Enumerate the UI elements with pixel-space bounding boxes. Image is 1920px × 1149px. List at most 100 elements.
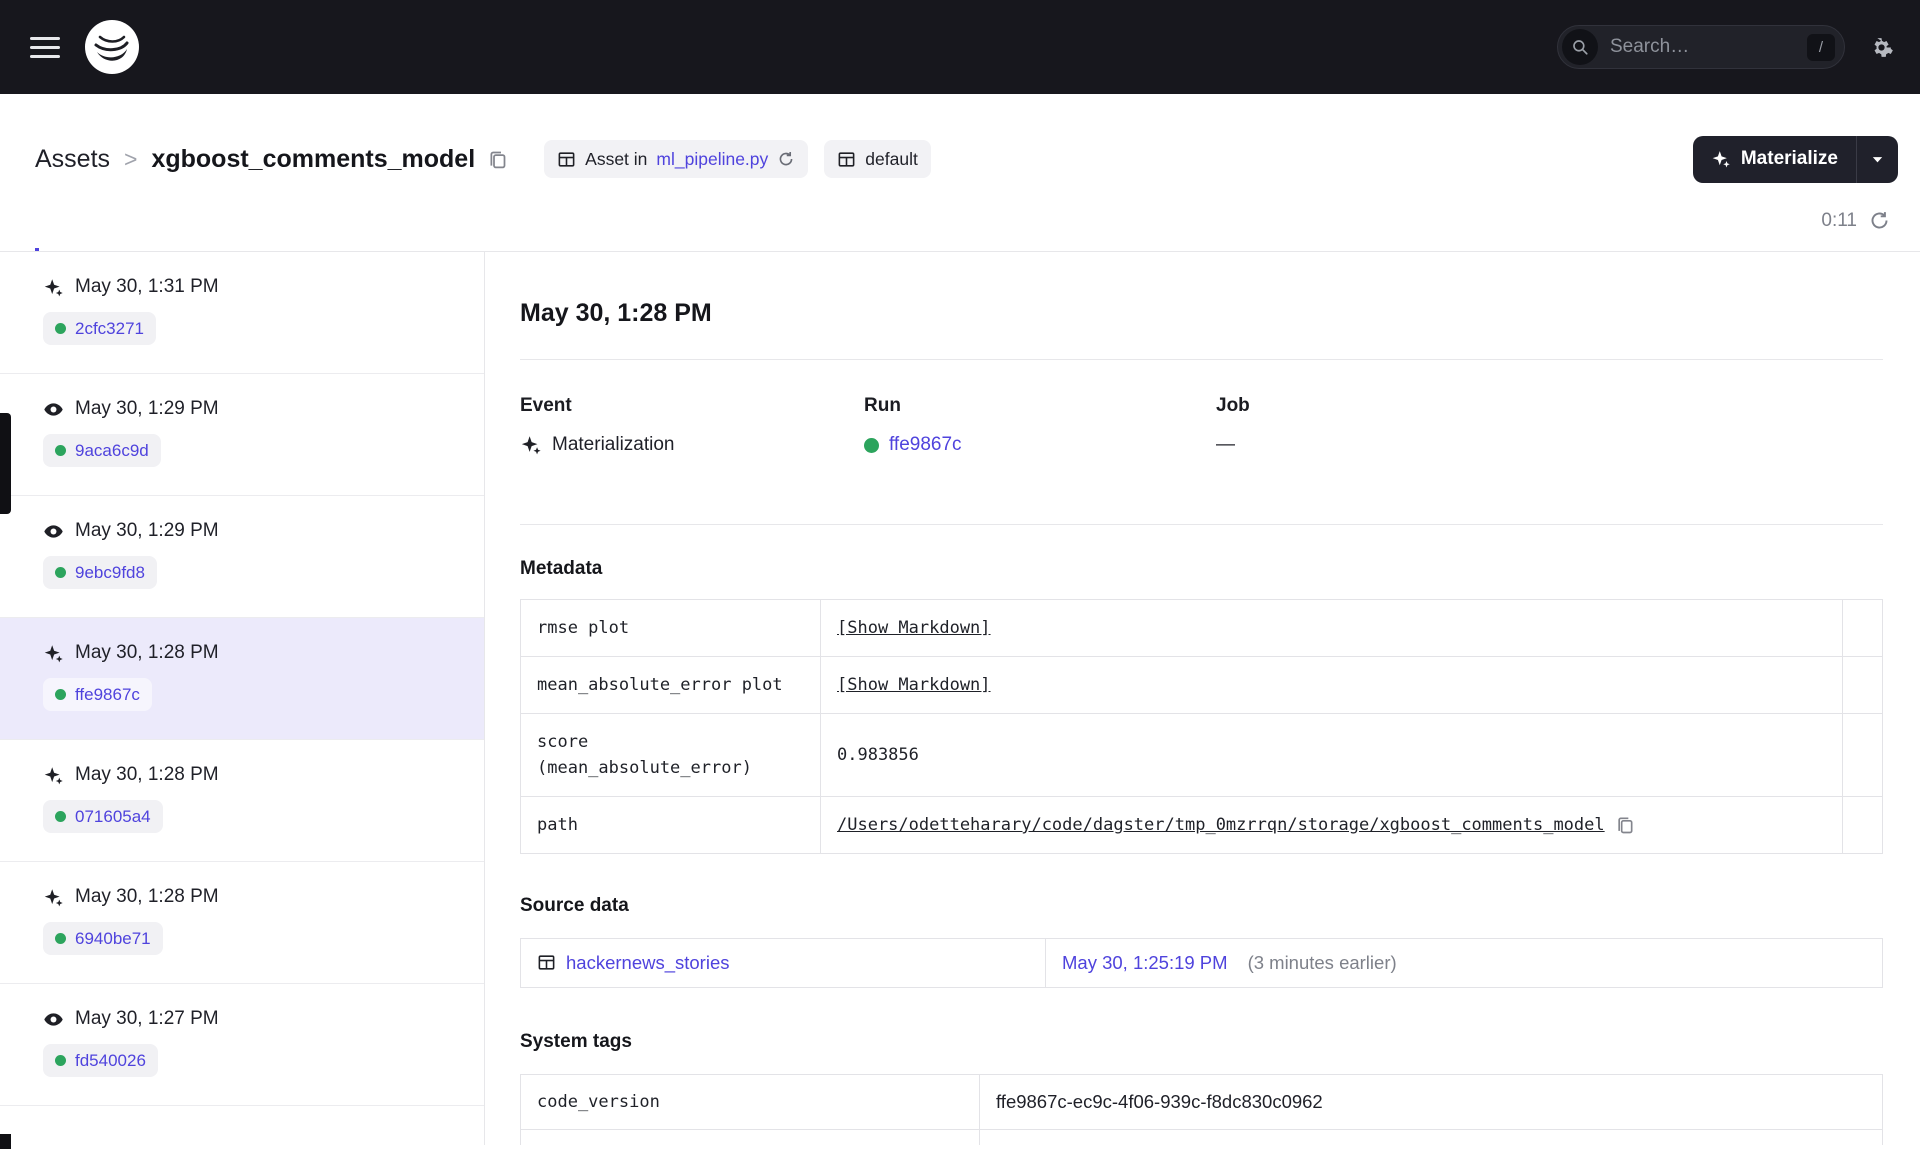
metadata-key: path <box>520 796 821 854</box>
asset-location-tag[interactable]: Asset in ml_pipeline.py <box>544 140 809 178</box>
event-time-row: May 30, 1:31 PM <box>43 276 464 298</box>
event-list-item[interactable]: May 30, 1:31 PM 2cfc3271 <box>0 252 484 374</box>
run-status-dot <box>55 811 66 822</box>
run-id-pill[interactable]: 2cfc3271 <box>43 312 156 345</box>
run-id-pill[interactable]: 9aca6c9d <box>43 434 161 467</box>
show-markdown-link[interactable]: [Show Markdown] <box>837 675 991 695</box>
event-time-row: May 30, 1:29 PM <box>43 520 464 542</box>
run-id-pill[interactable]: fd540026 <box>43 1044 158 1077</box>
refresh-countdown: 0:11 <box>1821 209 1857 231</box>
tab[interactable] <box>103 190 107 251</box>
job-column: Job — <box>1216 394 1560 458</box>
event-time: May 30, 1:27 PM <box>75 1008 219 1029</box>
source-asset-link[interactable]: hackernews_stories <box>566 952 730 974</box>
system-tag-key: code_version <box>520 1073 980 1130</box>
materialization-icon <box>43 765 64 786</box>
materialize-button[interactable]: Materialize <box>1693 136 1856 183</box>
event-column: Event Materialization <box>520 394 864 458</box>
run-column: Run ffe9867c <box>864 394 1216 458</box>
asset-title: xgboost_comments_model <box>151 144 476 173</box>
settings-gear-icon[interactable] <box>1869 35 1894 60</box>
source-data-row: hackernews_stories May 30, 1:25:19 PM (3… <box>520 937 1883 988</box>
group-tag[interactable]: default <box>824 140 931 178</box>
chevron-down-icon <box>1872 156 1883 162</box>
metadata-row: rmse plot [Show Markdown] <box>520 599 1883 657</box>
observation-eye-icon <box>43 521 64 542</box>
materialization-icon <box>521 436 541 455</box>
source-data-table: hackernews_stories May 30, 1:25:19 PM (3… <box>520 937 1883 988</box>
system-tags-heading: System tags <box>520 1030 632 1052</box>
table-icon <box>558 151 575 167</box>
top-nav: / <box>0 0 1920 94</box>
tab[interactable] <box>69 190 73 251</box>
group-tag-label: default <box>865 148 918 169</box>
reload-icon[interactable] <box>777 150 795 168</box>
event-list-item[interactable]: May 30, 1:28 PM 6940be71 <box>0 862 484 984</box>
table-gutter <box>1842 796 1883 854</box>
menu-icon[interactable] <box>30 36 60 58</box>
run-id-link[interactable]: 2cfc3271 <box>75 319 144 339</box>
system-tag-value: ffe9867c-ec9c-4f06-939c-f8dc830c0962 <box>979 1073 1883 1130</box>
metadata-table: rmse plot [Show Markdown] mean_absolute_… <box>520 599 1883 854</box>
event-list-item[interactable]: May 30, 1:27 PM fd540026 <box>0 984 484 1106</box>
copy-icon[interactable] <box>1615 815 1635 835</box>
event-time-row: May 30, 1:28 PM <box>43 764 464 786</box>
source-time-link[interactable]: May 30, 1:25:19 PM <box>1062 952 1228 974</box>
table-gutter <box>1842 713 1883 797</box>
scrollbar-thumb[interactable] <box>0 1134 11 1149</box>
observation-eye-icon <box>43 1009 64 1030</box>
event-time: May 30, 1:29 PM <box>75 520 219 541</box>
system-tag-row <box>520 1128 1883 1145</box>
page-header: Assets > xgboost_comments_model Asset in… <box>0 94 1920 190</box>
run-id-link[interactable]: fd540026 <box>75 1051 146 1071</box>
run-id-link[interactable]: 9aca6c9d <box>75 441 149 461</box>
event-list-item[interactable]: May 30, 1:29 PM 9aca6c9d <box>0 374 484 496</box>
table-gutter <box>1842 599 1883 657</box>
event-list-item[interactable]: May 30, 1:28 PM ffe9867c <box>0 618 484 740</box>
scrollbar-thumb[interactable] <box>0 413 11 514</box>
refresh-icon[interactable] <box>1869 210 1890 231</box>
event-time-row: May 30, 1:27 PM <box>43 1008 464 1030</box>
asset-tabs <box>35 190 141 251</box>
search-box[interactable]: / <box>1557 25 1845 69</box>
metadata-key: mean_absolute_error plot <box>520 656 821 714</box>
tab[interactable] <box>137 190 141 251</box>
tab[interactable] <box>35 190 39 251</box>
run-id-pill[interactable]: 9ebc9fd8 <box>43 556 157 589</box>
event-time: May 30, 1:28 PM <box>75 642 219 663</box>
breadcrumb-assets-link[interactable]: Assets <box>35 145 110 174</box>
breadcrumb: Assets > xgboost_comments_model Asset in… <box>35 128 1898 190</box>
source-time-note: (3 minutes earlier) <box>1247 951 1397 973</box>
show-markdown-link[interactable]: [Show Markdown] <box>837 618 991 638</box>
run-id-link[interactable]: 6940be71 <box>75 929 151 949</box>
run-id-pill[interactable]: ffe9867c <box>43 678 152 711</box>
materialize-dropdown-button[interactable] <box>1856 135 1898 183</box>
event-detail: May 30, 1:28 PM Event Materialization Ru… <box>485 252 1920 1145</box>
event-list-item[interactable]: May 30, 1:29 PM 9ebc9fd8 <box>0 496 484 618</box>
table-icon <box>538 955 555 970</box>
refresh-timer[interactable]: 0:11 <box>1821 190 1890 251</box>
run-id-pill[interactable]: 6940be71 <box>43 922 163 955</box>
run-label: Run <box>864 395 901 417</box>
tabs-row: 0:11 <box>0 190 1920 252</box>
search-input[interactable] <box>1608 35 1797 59</box>
copy-icon[interactable] <box>487 149 508 170</box>
metadata-row: path /Users/odetteharary/code/dagster/tm… <box>520 796 1883 854</box>
system-tag-row: code_version ffe9867c-ec9c-4f06-939c-f8d… <box>520 1073 1883 1130</box>
dagster-logo[interactable] <box>84 19 140 75</box>
search-icon <box>1562 29 1598 65</box>
run-id-link[interactable]: ffe9867c <box>75 685 140 705</box>
asset-location-prefix: Asset in <box>585 148 648 169</box>
job-value: — <box>1216 434 1235 456</box>
event-time: May 30, 1:31 PM <box>75 276 219 297</box>
run-id-link[interactable]: 9ebc9fd8 <box>75 563 145 583</box>
metadata-value: 0.983856 <box>820 713 1843 797</box>
event-list-item[interactable]: May 30, 1:28 PM 071605a4 <box>0 740 484 862</box>
materialization-icon <box>43 643 64 664</box>
run-link[interactable]: ffe9867c <box>889 434 962 456</box>
path-link[interactable]: /Users/odetteharary/code/dagster/tmp_0mz… <box>837 815 1605 835</box>
pipeline-file-link[interactable]: ml_pipeline.py <box>656 149 768 170</box>
run-id-link[interactable]: 071605a4 <box>75 807 151 827</box>
run-id-pill[interactable]: 071605a4 <box>43 800 163 833</box>
materialization-icon <box>43 887 64 908</box>
